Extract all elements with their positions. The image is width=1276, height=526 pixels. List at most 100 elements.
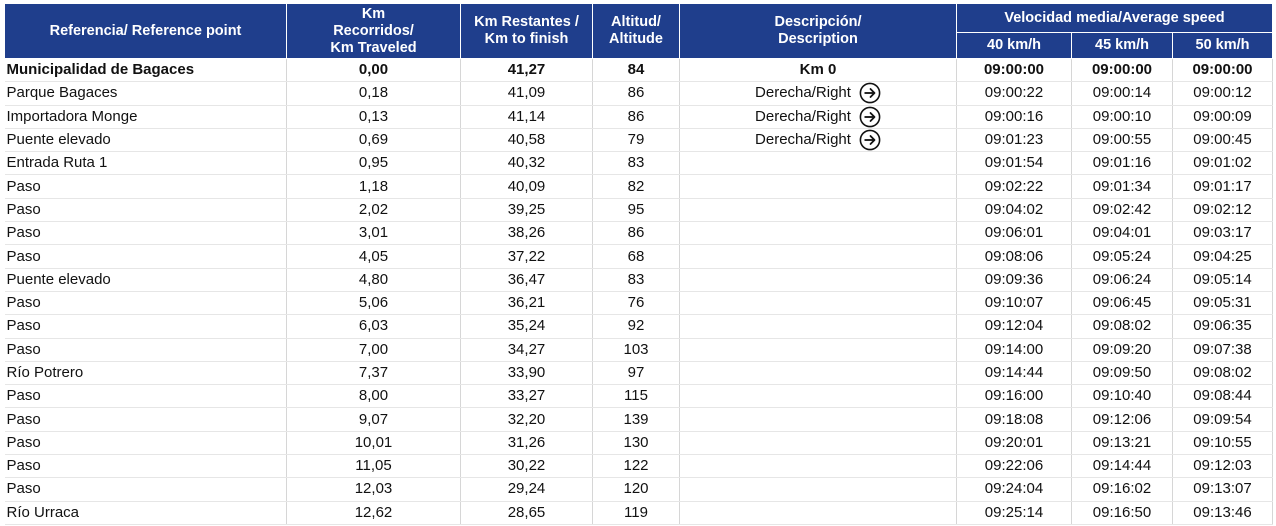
- cell-time-40: 09:24:04: [956, 477, 1072, 502]
- cell-time-40: 09:00:22: [956, 81, 1072, 106]
- table-row: Municipalidad de Bagaces 0,00 41,27 84 K…: [4, 58, 1273, 83]
- cell-km-traveled: 12,03: [286, 477, 461, 502]
- header-reference: Referencia/ Reference point: [4, 3, 287, 59]
- cell-km-traveled: 0,18: [286, 81, 461, 106]
- cell-time-50: 09:05:31: [1172, 291, 1273, 316]
- cell-altitude: 139: [592, 407, 680, 432]
- cell-altitude: 130: [592, 431, 680, 456]
- cell-description: Derecha/Right: [679, 81, 957, 106]
- header-altitude: Altitud/ Altitude: [592, 3, 680, 59]
- cell-time-45: 09:14:44: [1071, 454, 1173, 479]
- cell-km-traveled: 0,13: [286, 105, 461, 129]
- table-row: Paso 1,18 40,09 82 09:02:22 09:01:34 09:…: [4, 174, 1273, 199]
- cell-time-50: 09:10:55: [1172, 431, 1273, 456]
- cell-time-50: 09:02:12: [1172, 198, 1273, 223]
- cell-km-traveled: 1,18: [286, 174, 461, 199]
- cell-time-40: 09:00:16: [956, 105, 1072, 129]
- cell-time-50: 09:08:44: [1172, 384, 1273, 409]
- cell-altitude: 115: [592, 384, 680, 409]
- cell-description: Km 0: [679, 58, 957, 83]
- cell-time-50: 09:13:07: [1172, 477, 1273, 502]
- cell-time-40: 09:01:54: [956, 151, 1072, 176]
- cell-km-traveled: 9,07: [286, 407, 461, 432]
- cell-km-remaining: 40,09: [460, 174, 593, 199]
- cell-km-traveled: 3,01: [286, 221, 461, 246]
- cell-km-traveled: 5,06: [286, 291, 461, 316]
- cell-km-traveled: 11,05: [286, 454, 461, 479]
- cell-km-remaining: 38,26: [460, 221, 593, 246]
- cell-reference: Paso: [4, 477, 287, 502]
- cell-description: [679, 198, 957, 223]
- cell-time-50: 09:00:09: [1172, 105, 1273, 129]
- cell-altitude: 95: [592, 198, 680, 223]
- cell-altitude: 82: [592, 174, 680, 199]
- cell-time-45: 09:05:24: [1071, 244, 1173, 269]
- cell-reference: Paso: [4, 244, 287, 269]
- cell-altitude: 68: [592, 244, 680, 269]
- cell-km-remaining: 41,27: [460, 58, 593, 83]
- cell-reference: Puente elevado: [4, 268, 287, 292]
- cell-description: [679, 431, 957, 456]
- cell-time-45: 09:09:50: [1071, 361, 1173, 386]
- cell-km-remaining: 36,21: [460, 291, 593, 316]
- table-row: Paso 7,00 34,27 103 09:14:00 09:09:20 09…: [4, 338, 1273, 362]
- cell-description: [679, 501, 957, 525]
- cell-reference: Río Potrero: [4, 361, 287, 386]
- cell-km-remaining: 32,20: [460, 407, 593, 432]
- cell-time-45: 09:06:45: [1071, 291, 1173, 316]
- cell-km-traveled: 8,00: [286, 384, 461, 409]
- cell-km-traveled: 0,00: [286, 58, 461, 83]
- cell-reference: Importadora Monge: [4, 105, 287, 129]
- cell-time-40: 09:14:00: [956, 338, 1072, 362]
- cell-km-remaining: 40,32: [460, 151, 593, 176]
- cell-time-45: 09:02:42: [1071, 198, 1173, 223]
- cell-km-traveled: 0,95: [286, 151, 461, 176]
- table-row: Paso 9,07 32,20 139 09:18:08 09:12:06 09…: [4, 407, 1273, 432]
- cell-km-remaining: 29,24: [460, 477, 593, 502]
- cell-time-50: 09:09:54: [1172, 407, 1273, 432]
- table-row: Paso 6,03 35,24 92 09:12:04 09:08:02 09:…: [4, 314, 1273, 339]
- cell-altitude: 119: [592, 501, 680, 525]
- cell-description: [679, 454, 957, 479]
- cell-time-40: 09:04:02: [956, 198, 1072, 223]
- cell-time-40: 09:00:00: [956, 58, 1072, 83]
- arrow-right-circle-icon: [859, 106, 881, 128]
- cell-time-40: 09:16:00: [956, 384, 1072, 409]
- cell-altitude: 120: [592, 477, 680, 502]
- header-speed-40: 40 km/h: [956, 32, 1072, 59]
- header-average-speed: Velocidad media/Average speed: [956, 3, 1273, 33]
- cell-reference: Entrada Ruta 1: [4, 151, 287, 176]
- cell-time-50: 09:13:46: [1172, 501, 1273, 525]
- table-row: Paso 4,05 37,22 68 09:08:06 09:05:24 09:…: [4, 244, 1273, 269]
- cell-km-traveled: 12,62: [286, 501, 461, 525]
- header-speed-50: 50 km/h: [1172, 32, 1273, 59]
- cell-reference: Paso: [4, 291, 287, 316]
- cell-km-traveled: 2,02: [286, 198, 461, 223]
- cell-time-45: 09:10:40: [1071, 384, 1173, 409]
- cell-description: [679, 268, 957, 292]
- cell-altitude: 86: [592, 81, 680, 106]
- description-text: Derecha/Right: [755, 84, 851, 102]
- cell-time-45: 09:01:16: [1071, 151, 1173, 176]
- header-description-line1: Descripción/: [774, 14, 862, 30]
- table-row: Paso 10,01 31,26 130 09:20:01 09:13:21 0…: [4, 431, 1273, 456]
- cell-time-50: 09:08:02: [1172, 361, 1273, 386]
- arrow-right-circle-icon: [859, 129, 881, 151]
- table-row: Río Urraca 12,62 28,65 119 09:25:14 09:1…: [4, 501, 1273, 525]
- cell-km-remaining: 28,65: [460, 501, 593, 525]
- cell-altitude: 92: [592, 314, 680, 339]
- cell-time-40: 09:09:36: [956, 268, 1072, 292]
- table-row: Río Potrero 7,37 33,90 97 09:14:44 09:09…: [4, 361, 1273, 386]
- cell-time-45: 09:13:21: [1071, 431, 1173, 456]
- table-row: Paso 2,02 39,25 95 09:04:02 09:02:42 09:…: [4, 198, 1273, 223]
- cell-description: [679, 291, 957, 316]
- cell-time-40: 09:20:01: [956, 431, 1072, 456]
- cell-time-40: 09:10:07: [956, 291, 1072, 316]
- cell-km-remaining: 41,14: [460, 105, 593, 129]
- cell-km-remaining: 37,22: [460, 244, 593, 269]
- cell-altitude: 86: [592, 105, 680, 129]
- cell-km-remaining: 34,27: [460, 338, 593, 362]
- cell-time-50: 09:01:17: [1172, 174, 1273, 199]
- cell-description: [679, 407, 957, 432]
- cell-km-remaining: 36,47: [460, 268, 593, 292]
